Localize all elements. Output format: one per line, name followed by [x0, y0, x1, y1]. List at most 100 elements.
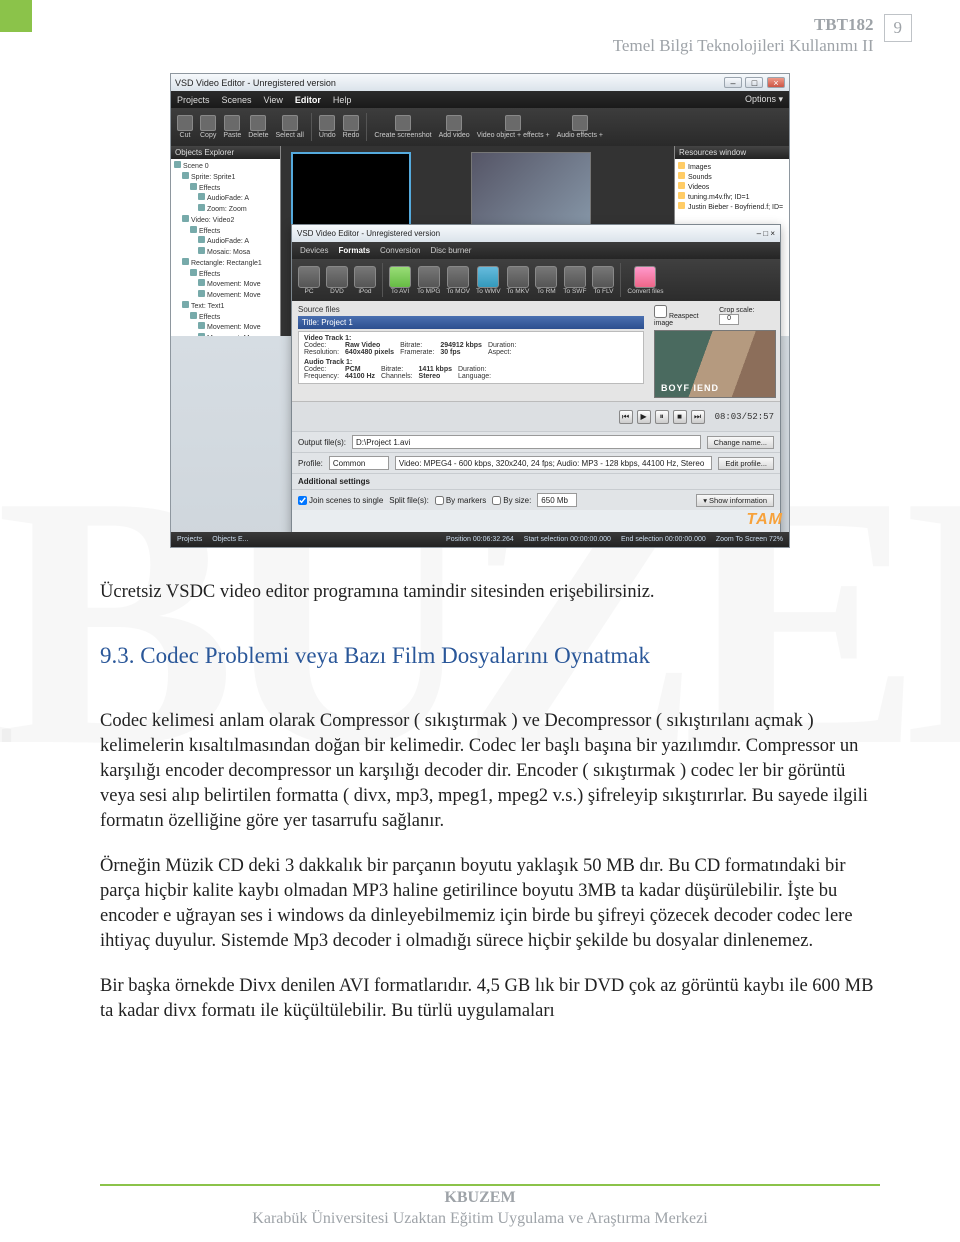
device-to-rm[interactable]: To RM	[535, 266, 557, 295]
tree-item[interactable]: Zoom: Zoom	[174, 204, 277, 215]
change-name-button[interactable]: Change name...	[707, 436, 774, 449]
tree-item[interactable]: Movement: Move	[174, 290, 277, 301]
tree-item[interactable]: Text: Text1	[174, 301, 277, 312]
videoobject-button[interactable]: Video object + effects +	[477, 115, 550, 139]
show-info-button[interactable]: ▾ Show information	[696, 494, 774, 507]
audio-track-heading: Audio Track 1:	[304, 359, 638, 366]
resources-list[interactable]: ImagesSoundsVideostuning.m4v.flv; ID=1Ju…	[675, 159, 789, 215]
selectall-button[interactable]: Select all	[275, 115, 303, 139]
undo-button[interactable]: Undo	[319, 115, 336, 139]
tree-item[interactable]: Effects	[174, 312, 277, 323]
tree-item[interactable]: Effects	[174, 183, 277, 194]
close-icon[interactable]: ×	[767, 77, 785, 88]
play-button[interactable]: ▶	[637, 410, 651, 424]
tab-conversion[interactable]: Conversion	[380, 246, 420, 255]
tree-item[interactable]: AudioFade: A	[174, 236, 277, 247]
paragraph-1: Codec kelimesi anlam olarak Compressor (…	[100, 709, 880, 834]
preview-stamp: BOYF IEND	[661, 383, 719, 393]
minimize-icon[interactable]: –	[757, 229, 761, 238]
tree-item[interactable]: Effects	[174, 269, 277, 280]
screenshot-button[interactable]: Create screenshot	[374, 115, 431, 139]
menu-view[interactable]: View	[264, 95, 283, 105]
pause-button[interactable]: ⏸	[655, 410, 669, 424]
resource-item[interactable]: Sounds	[678, 172, 786, 182]
menu-options[interactable]: Options ▾	[745, 94, 783, 105]
device-to-flv[interactable]: To FLV	[592, 266, 614, 295]
copy-button[interactable]: Copy	[200, 115, 216, 139]
prev-button[interactable]: ⏮	[619, 410, 633, 424]
output-label: Output file(s):	[298, 438, 346, 447]
device-convert-files[interactable]: Convert files	[627, 266, 663, 295]
delete-button[interactable]: Delete	[248, 115, 268, 139]
explorer-header: Objects Explorer	[171, 146, 280, 159]
close-icon[interactable]: ×	[770, 229, 775, 238]
app-screenshot: VSD Video Editor - Unregistered version …	[170, 73, 790, 548]
cut-button[interactable]: Cut	[177, 115, 193, 139]
device-pc[interactable]: PC	[298, 266, 320, 295]
tab-discburner[interactable]: Disc burner	[430, 246, 471, 255]
menu-editor[interactable]: Editor	[295, 95, 321, 105]
tree-item[interactable]: Movement: Move	[174, 322, 277, 333]
crop-label: Crop scale:	[719, 307, 754, 314]
maximize-icon[interactable]: □	[763, 229, 768, 238]
tree-item[interactable]: Movement: Move	[174, 333, 277, 336]
edit-profile-button[interactable]: Edit profile...	[718, 457, 774, 470]
video-track-table: Codec:Raw VideoBitrate:294912 kbpsDurati…	[304, 342, 522, 356]
status-zoom: Zoom To Screen 72%	[716, 536, 783, 543]
tree-item[interactable]: Effects	[174, 226, 277, 237]
device-to-wmv[interactable]: To WMV	[476, 266, 501, 295]
tree-item[interactable]: Sprite: Sprite1	[174, 172, 277, 183]
crop-spinner[interactable]: 0	[719, 314, 739, 325]
size-value[interactable]: 650 Mb	[537, 493, 577, 507]
tam-watermark: TAM	[747, 511, 783, 529]
device-to-mpg[interactable]: To MPG	[417, 266, 440, 295]
profile-preset[interactable]: Common	[329, 456, 389, 470]
join-scenes-checkbox[interactable]: Join scenes to single	[298, 496, 383, 505]
device-icon	[326, 266, 348, 288]
by-markers-checkbox[interactable]: By markers	[435, 496, 486, 505]
resource-item[interactable]: Images	[678, 162, 786, 172]
intro-paragraph: Ücretsiz VSDC video editor programına ta…	[100, 580, 880, 605]
redo-button[interactable]: Redo	[343, 115, 360, 139]
tree-item[interactable]: Rectangle: Rectangle1	[174, 258, 277, 269]
source-title[interactable]: Title: Project 1	[298, 316, 644, 329]
device-to-mkv[interactable]: To MKV	[507, 266, 530, 295]
addvideo-button[interactable]: Add video	[439, 115, 470, 139]
audioeffects-button[interactable]: Audio effects +	[557, 115, 603, 139]
next-button[interactable]: ⏭	[691, 410, 705, 424]
converter-window: VSD Video Editor - Unregistered version …	[291, 224, 781, 544]
resource-item[interactable]: tuning.m4v.flv; ID=1	[678, 192, 786, 202]
tree-item[interactable]: Scene 0	[174, 161, 277, 172]
resource-item[interactable]: Justin Bieber - Boyfriend.f; ID=	[678, 202, 786, 212]
device-to-avi[interactable]: To AVI	[389, 266, 411, 295]
tree-item[interactable]: Mosaic: Mosa	[174, 247, 277, 258]
device-ipod[interactable]: iPod	[354, 266, 376, 295]
device-dvd[interactable]: DVD	[326, 266, 348, 295]
tree-item[interactable]: Movement: Move	[174, 279, 277, 290]
reaspect-checkbox[interactable]: Reaspect image	[654, 305, 719, 327]
copy-icon	[200, 115, 216, 131]
resource-item[interactable]: Videos	[678, 182, 786, 192]
menu-projects[interactable]: Projects	[177, 95, 210, 105]
resources-header: Resources window	[675, 146, 789, 159]
minimize-icon[interactable]: –	[724, 77, 742, 88]
maximize-icon[interactable]: □	[745, 77, 763, 88]
redo-icon	[343, 115, 359, 131]
menu-scenes[interactable]: Scenes	[222, 95, 252, 105]
menu-help[interactable]: Help	[333, 95, 352, 105]
device-to-swf[interactable]: To SWF	[563, 266, 586, 295]
stop-button[interactable]: ■	[673, 410, 687, 424]
tab-devices[interactable]: Devices	[300, 246, 328, 255]
tab-formats[interactable]: Formats	[338, 246, 370, 255]
status-objects[interactable]: Objects E...	[212, 536, 248, 543]
object-tree[interactable]: Scene 0Sprite: Sprite1EffectsAudioFade: …	[171, 159, 280, 336]
output-path[interactable]: D:\Project 1.avi	[352, 435, 701, 449]
paste-button[interactable]: Paste	[223, 115, 241, 139]
videoobject-icon	[505, 115, 521, 131]
device-to-mov[interactable]: To MOV	[446, 266, 469, 295]
status-projects[interactable]: Projects	[177, 536, 202, 543]
device-icon	[298, 266, 320, 288]
tree-item[interactable]: AudioFade: A	[174, 193, 277, 204]
by-size-checkbox[interactable]: By size:	[492, 496, 531, 505]
tree-item[interactable]: Video: Video2	[174, 215, 277, 226]
